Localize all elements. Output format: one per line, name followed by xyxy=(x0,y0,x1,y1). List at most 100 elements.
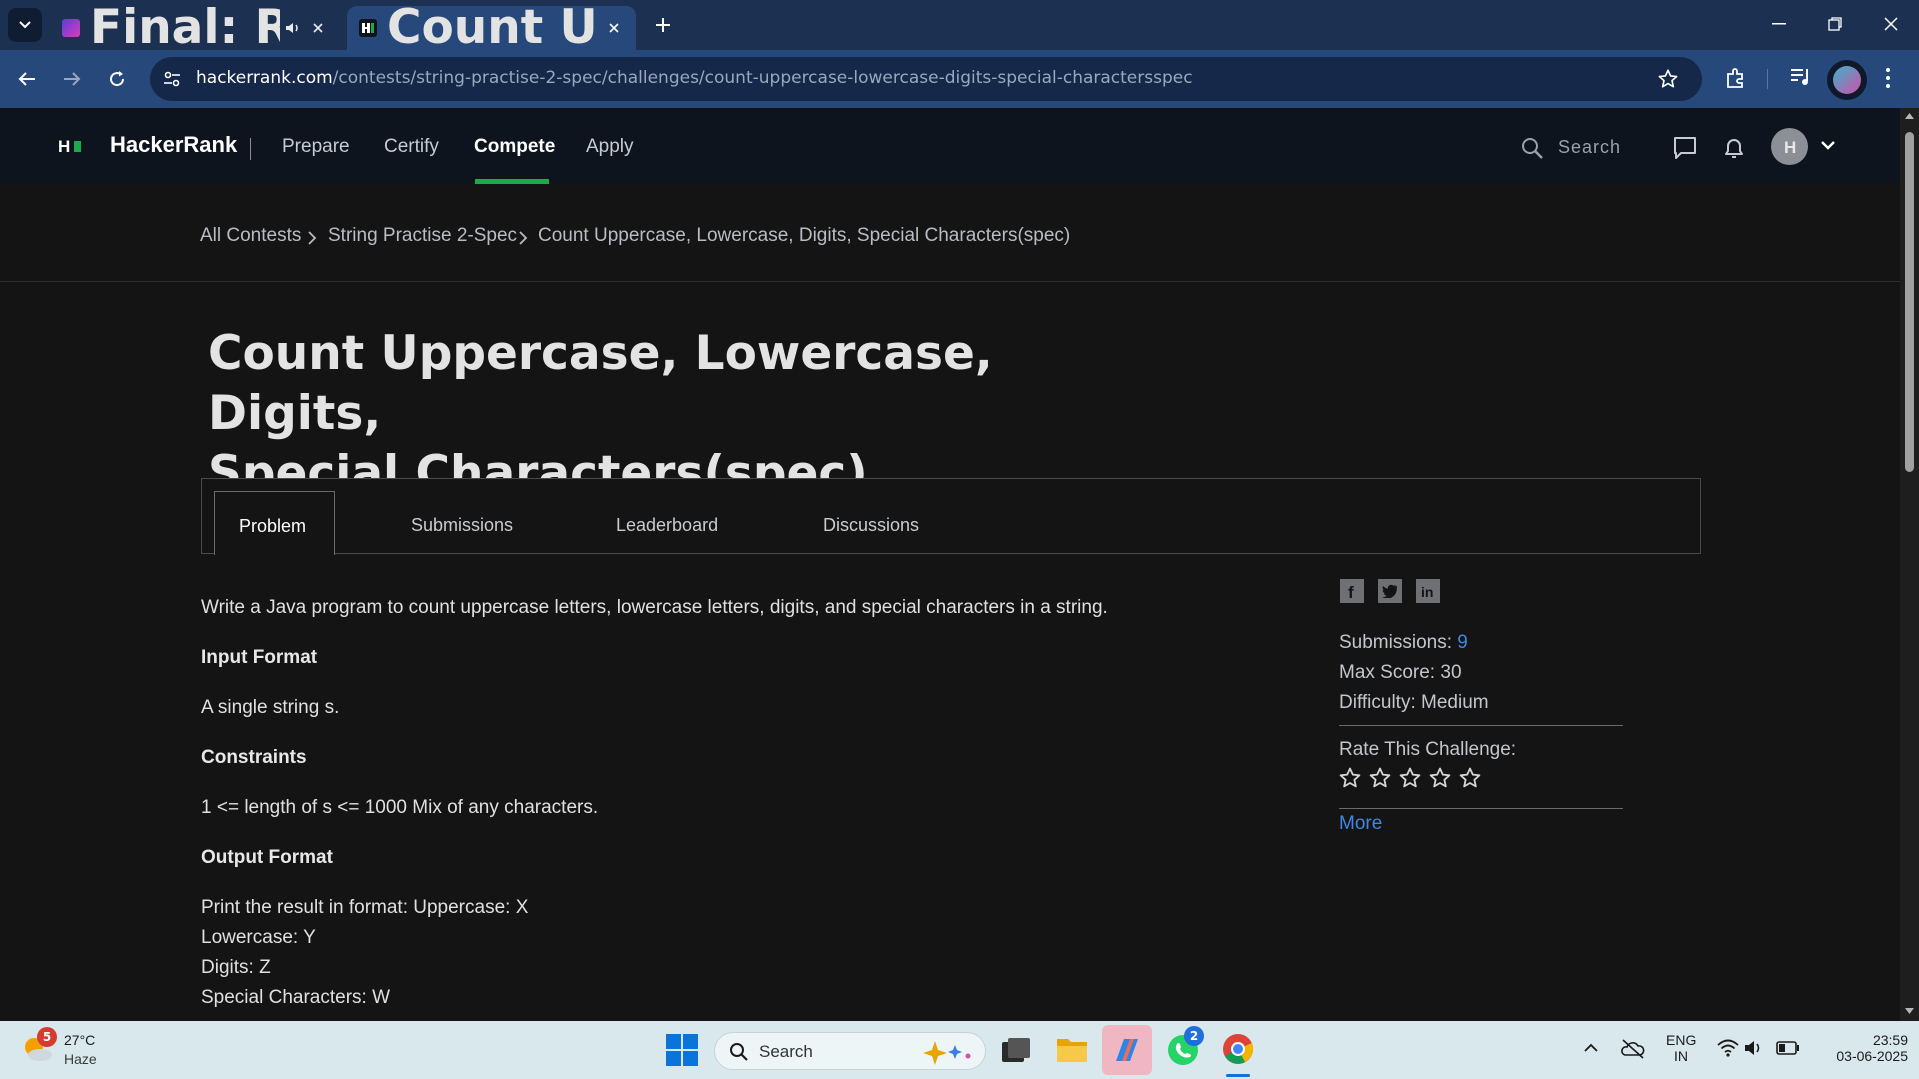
input-format-heading: Input Format xyxy=(201,647,318,668)
restore-button[interactable] xyxy=(1807,0,1863,48)
taskbar-search-placeholder: Search xyxy=(759,1042,813,1061)
scroll-down-arrow-icon[interactable] xyxy=(1904,1007,1915,1015)
difficulty-label: Difficulty: xyxy=(1339,692,1416,713)
url-text[interactable]: hackerrank.com/contests/string-practise-… xyxy=(196,68,1193,88)
back-button[interactable] xyxy=(11,63,43,95)
site-header: H HackerRank Prepare Certify Compete App… xyxy=(0,108,1900,184)
hackerrank-favicon-icon xyxy=(359,19,377,37)
submissions-count-link[interactable]: 9 xyxy=(1457,632,1468,653)
rating-star-icon[interactable] xyxy=(1338,766,1362,790)
new-tab-button[interactable] xyxy=(646,8,680,42)
arrow-left-icon xyxy=(18,72,35,86)
tab-discussions[interactable]: Discussions xyxy=(823,515,919,536)
toolbar-divider xyxy=(1767,69,1768,89)
input-format-text: A single string s. xyxy=(201,697,340,718)
constraints-text: 1 <= length of s <= 1000 Mix of any char… xyxy=(201,797,599,818)
svg-text:f: f xyxy=(1348,583,1354,600)
tab-leaderboard[interactable]: Leaderboard xyxy=(616,515,718,536)
browser-menu-icon[interactable] xyxy=(1885,66,1891,90)
submissions-label: Submissions: xyxy=(1339,632,1452,653)
nav-certify[interactable]: Certify xyxy=(384,136,439,158)
task-view-icon[interactable] xyxy=(1000,1036,1032,1064)
onedrive-offline-icon[interactable] xyxy=(1621,1038,1645,1060)
profile-picture-icon xyxy=(1833,66,1861,94)
nav-compete[interactable]: Compete xyxy=(474,136,555,158)
copilot-sparkle-icon xyxy=(923,1041,971,1065)
clock-date: 03-06-2025 xyxy=(1836,1048,1908,1064)
output-format-heading: Output Format xyxy=(201,847,333,868)
page-title-line-1: Count Uppercase, Lowercase, Digits, xyxy=(208,326,993,441)
battery-icon[interactable] xyxy=(1776,1041,1800,1055)
scrollbar-thumb[interactable] xyxy=(1905,132,1914,472)
clock[interactable]: 23:59 03-06-2025 xyxy=(1818,1032,1908,1064)
speaker-audio-icon[interactable] xyxy=(284,20,302,36)
taskbar-search-box[interactable]: Search xyxy=(714,1032,986,1070)
linkedin-share-icon[interactable]: in xyxy=(1416,579,1440,603)
notifications-bell-icon[interactable] xyxy=(1722,135,1746,161)
messages-icon[interactable] xyxy=(1672,135,1698,161)
copilot-app-button[interactable] xyxy=(1102,1025,1152,1075)
breadcrumb: All Contests String Practise 2-Spec Coun… xyxy=(0,184,1900,282)
wifi-icon[interactable] xyxy=(1717,1039,1739,1057)
hackerrank-logo-icon[interactable]: H xyxy=(58,138,86,154)
weather-description[interactable]: Haze xyxy=(64,1051,97,1067)
rating-star-icon[interactable] xyxy=(1398,766,1422,790)
more-link[interactable]: More xyxy=(1339,813,1382,835)
weather-temperature[interactable]: 27°C xyxy=(64,1032,95,1048)
tab-search-button[interactable] xyxy=(8,8,42,42)
rating-stars xyxy=(1338,766,1482,790)
address-bar[interactable]: hackerrank.com/contests/string-practise-… xyxy=(150,57,1702,101)
clock-time: 23:59 xyxy=(1872,1032,1908,1048)
reload-icon xyxy=(110,71,125,87)
weather-alert-badge: 5 xyxy=(37,1027,57,1047)
language-indicator[interactable]: ENG IN xyxy=(1666,1032,1696,1064)
breadcrumb-all-contests[interactable]: All Contests xyxy=(200,225,301,247)
site-info-icon[interactable] xyxy=(162,69,182,89)
sidebar-divider xyxy=(1339,808,1623,809)
breadcrumb-challenge[interactable]: Count Uppercase, Lowercase, Digits, Spec… xyxy=(538,225,1070,247)
profile-avatar[interactable] xyxy=(1827,60,1867,100)
reload-button[interactable] xyxy=(101,63,133,95)
user-menu-chevron-icon[interactable] xyxy=(1820,140,1836,150)
extensions-icon[interactable] xyxy=(1724,66,1748,90)
bookmark-star-icon[interactable] xyxy=(1657,68,1679,90)
chrome-icon[interactable] xyxy=(1221,1032,1255,1066)
page-scrollbar[interactable] xyxy=(1900,108,1919,1021)
facebook-share-icon[interactable]: f xyxy=(1340,579,1364,603)
whatsapp-unread-badge: 2 xyxy=(1184,1026,1204,1046)
twitter-share-icon[interactable] xyxy=(1378,579,1402,603)
minimize-button[interactable] xyxy=(1751,0,1807,48)
rating-star-icon[interactable] xyxy=(1368,766,1392,790)
close-tab-icon[interactable] xyxy=(308,18,328,38)
search-input[interactable]: Search xyxy=(1558,137,1621,158)
rating-star-icon[interactable] xyxy=(1458,766,1482,790)
browser-tab-hackerrank[interactable]: Count Uppercase, Lowercase, D xyxy=(347,0,636,55)
nav-apply[interactable]: Apply xyxy=(586,136,634,158)
show-hidden-icons-chevron-icon[interactable] xyxy=(1584,1043,1598,1053)
difficulty-value: Medium xyxy=(1421,692,1489,713)
file-explorer-icon[interactable] xyxy=(1056,1034,1088,1064)
user-avatar[interactable]: H xyxy=(1771,128,1808,165)
media-control-icon[interactable] xyxy=(1790,67,1812,87)
language-line-1: ENG xyxy=(1666,1032,1697,1048)
output-line: Print the result in format: Uppercase: X xyxy=(201,897,529,918)
output-format-text: Print the result in format: Uppercase: X… xyxy=(201,893,528,1013)
brand-name[interactable]: HackerRank xyxy=(110,132,237,158)
scroll-up-arrow-icon[interactable] xyxy=(1904,112,1915,120)
forward-button[interactable] xyxy=(56,63,88,95)
close-window-button[interactable] xyxy=(1863,0,1919,48)
close-tab-icon[interactable] xyxy=(604,18,624,38)
difficulty-stat: Difficulty: Medium xyxy=(1339,692,1489,714)
breadcrumb-contest[interactable]: String Practise 2-Spec xyxy=(328,225,517,247)
output-line: Lowercase: Y xyxy=(201,927,316,948)
tab-problem[interactable]: Problem xyxy=(214,491,335,555)
nav-prepare[interactable]: Prepare xyxy=(282,136,350,158)
search-icon[interactable] xyxy=(1520,136,1544,160)
browser-tab-cricket[interactable]: Final: RCB vs PBKS Live vide xyxy=(50,0,340,55)
tab-submissions[interactable]: Submissions xyxy=(411,515,513,536)
windows-start-icon[interactable] xyxy=(666,1034,698,1066)
constraints-heading: Constraints xyxy=(201,747,307,768)
volume-icon[interactable] xyxy=(1744,1039,1764,1057)
output-line: Special Characters: W xyxy=(201,987,391,1008)
rating-star-icon[interactable] xyxy=(1428,766,1452,790)
